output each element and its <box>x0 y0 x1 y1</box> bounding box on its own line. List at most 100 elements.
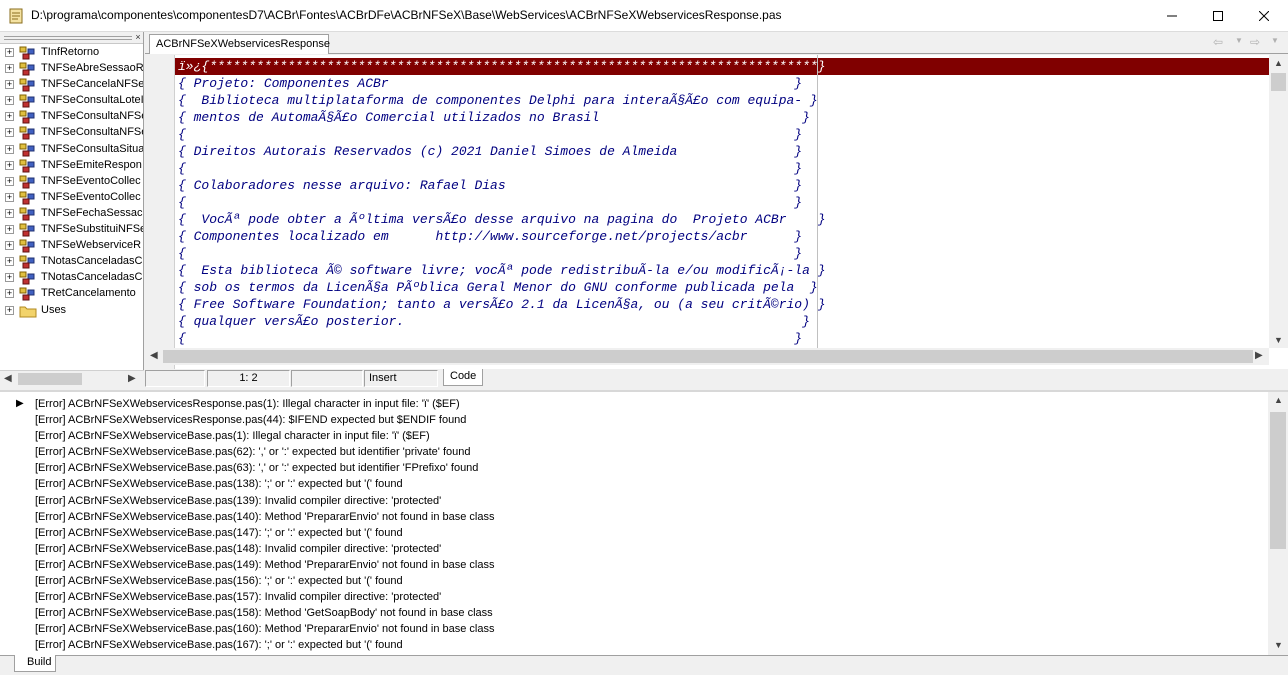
tree-item[interactable]: + TNotasCanceladasC <box>0 254 143 270</box>
tree-item[interactable]: + TNFSeAbreSessaoR <box>0 61 143 77</box>
code-line[interactable]: { } <box>175 245 1269 262</box>
tree-item[interactable]: + TNFSeConsultaSitua <box>0 142 143 158</box>
editor-horizontal-scrollbar[interactable]: ◀ ▶ <box>145 348 1269 365</box>
code-line[interactable]: { Projeto: Componentes ACBr } <box>175 75 1269 92</box>
tree-item-label: TNotasCanceladasC <box>41 271 143 284</box>
tree-item[interactable]: + TNFSeSubstituiNFSe <box>0 222 143 238</box>
code-line[interactable]: { Free Software Foundation; tanto a vers… <box>175 296 1269 313</box>
code-line[interactable]: { } <box>175 194 1269 211</box>
expand-icon[interactable]: + <box>5 208 14 218</box>
minimize-button[interactable] <box>1149 0 1195 32</box>
expand-icon[interactable]: + <box>5 257 14 267</box>
tab-code[interactable]: Code <box>443 369 483 386</box>
code-line[interactable]: { Esta biblioteca Ã© software livre; voc… <box>175 262 1269 279</box>
code-line[interactable]: { Biblioteca multiplataforma de componen… <box>175 92 1269 109</box>
message-item[interactable]: [Error] ACBrNFSeXWebserviceBase.pas(147)… <box>0 525 1268 541</box>
message-item[interactable]: [Error] ACBrNFSeXWebserviceBase.pas(158)… <box>0 605 1268 621</box>
delphi-app-icon[interactable] <box>9 8 23 24</box>
message-item[interactable]: [Error] ACBrNFSeXWebserviceBase.pas(160)… <box>0 621 1268 637</box>
tree-item[interactable]: + TNotasCanceladasC <box>0 270 143 286</box>
editor-gutter[interactable] <box>145 55 175 370</box>
code-explorer-grip[interactable]: × <box>0 32 143 44</box>
message-item[interactable]: [Error] ACBrNFSeXWebservicesResponse.pas… <box>0 412 1268 428</box>
scrollbar-thumb[interactable] <box>1271 73 1286 91</box>
expand-icon[interactable]: + <box>5 225 14 235</box>
maximize-button[interactable] <box>1195 0 1241 32</box>
expand-icon[interactable]: + <box>5 64 14 74</box>
code-line[interactable]: { Colaboradores nesse arquivo: Rafael Di… <box>175 177 1269 194</box>
code-line[interactable]: { sob os termos da LicenÃ§a PÃºblica Ger… <box>175 279 1269 296</box>
expand-icon[interactable]: + <box>5 305 14 315</box>
tree-item[interactable]: + TNFSeEventoCollec <box>0 174 143 190</box>
editor-vertical-scrollbar[interactable]: ▲ ▼ <box>1269 55 1288 348</box>
scrollbar-thumb[interactable] <box>18 373 82 385</box>
navigate-back-dropdown-icon[interactable]: ▼ <box>1235 36 1243 45</box>
tree-item[interactable]: + TNFSeConsultaLoteI <box>0 93 143 109</box>
message-item[interactable]: [Error] ACBrNFSeXWebserviceBase.pas(157)… <box>0 589 1268 605</box>
scroll-up-icon[interactable]: ▲ <box>1274 58 1283 68</box>
close-button[interactable] <box>1241 0 1287 32</box>
tree-item[interactable]: + TNFSeFechaSessac <box>0 206 143 222</box>
scroll-down-icon[interactable]: ▼ <box>1274 640 1283 650</box>
scroll-up-icon[interactable]: ▲ <box>1274 395 1283 405</box>
expand-icon[interactable]: + <box>5 96 14 106</box>
code-line[interactable]: { mentos de AutomaÃ§Ã£o Comercial utiliz… <box>175 109 1269 126</box>
message-item[interactable]: [Error] ACBrNFSeXWebserviceBase.pas(167)… <box>0 637 1268 653</box>
message-item[interactable]: [Error] ACBrNFSeXWebserviceBase.pas(63):… <box>0 460 1268 476</box>
tree-item[interactable]: + TInfRetorno <box>0 45 143 61</box>
navigate-forward-icon[interactable]: ⇨ <box>1250 35 1260 49</box>
message-item[interactable]: [Error] ACBrNFSeXWebserviceBase.pas(139)… <box>0 493 1268 509</box>
code-text-area[interactable]: ï»¿{************************************… <box>175 58 1269 348</box>
message-item[interactable]: [Error] ACBrNFSeXWebserviceBase.pas(156)… <box>0 573 1268 589</box>
message-item[interactable]: [Error] ACBrNFSeXWebserviceBase.pas(1): … <box>0 428 1268 444</box>
expand-icon[interactable]: + <box>5 128 14 138</box>
expand-icon[interactable]: + <box>5 48 14 57</box>
editor-tab-acbrnfsexwebservicesresponse[interactable]: ACBrNFSeXWebservicesResponse <box>149 34 330 54</box>
code-line[interactable]: { Direitos Autorais Reservados (c) 2021 … <box>175 143 1269 160</box>
navigate-back-icon[interactable]: ⇦ <box>1213 35 1223 49</box>
code-explorer-horizontal-scrollbar[interactable]: ◀ ▶ <box>0 370 144 387</box>
current-code-line[interactable]: ï»¿{************************************… <box>175 58 1269 76</box>
expand-icon[interactable]: + <box>5 273 14 283</box>
tree-item[interactable]: + TNFSeConsultaNFSe <box>0 125 143 141</box>
scroll-left-icon[interactable]: ◀ <box>150 350 158 361</box>
navigate-forward-dropdown-icon[interactable]: ▼ <box>1271 36 1279 45</box>
code-line[interactable]: { Componentes localizado em http://www.s… <box>175 228 1269 245</box>
message-item[interactable]: [Error] ACBrNFSeXWebserviceBase.pas(140)… <box>0 509 1268 525</box>
messages-vertical-scrollbar[interactable]: ▲ ▼ <box>1268 392 1288 655</box>
tree-item[interactable]: + TRetCancelamento <box>0 286 143 302</box>
expand-icon[interactable]: + <box>5 176 14 186</box>
scrollbar-thumb[interactable] <box>1270 412 1286 549</box>
expand-icon[interactable]: + <box>5 144 14 154</box>
tree-item[interactable]: + TNFSeEventoCollec <box>0 190 143 206</box>
code-line[interactable]: { } <box>175 330 1269 347</box>
message-item[interactable]: [Error] ACBrNFSeXWebserviceBase.pas(138)… <box>0 476 1268 492</box>
tree-item[interactable]: + TNFSeWebserviceR <box>0 238 143 254</box>
code-editor[interactable]: ï»¿{************************************… <box>145 55 1288 370</box>
scroll-right-icon[interactable]: ▶ <box>1255 350 1263 361</box>
expand-icon[interactable]: + <box>5 112 14 122</box>
message-item[interactable]: [Error] ACBrNFSeXWebservicesResponse.pas… <box>0 396 1268 412</box>
expand-icon[interactable]: + <box>5 241 14 251</box>
expand-icon[interactable]: + <box>5 192 14 202</box>
expand-icon[interactable]: + <box>5 289 14 299</box>
code-line[interactable]: { } <box>175 160 1269 177</box>
code-line[interactable]: { qualquer versÃ£o posterior. } <box>175 313 1269 330</box>
expand-icon[interactable]: + <box>5 80 14 90</box>
tree-item[interactable]: + TNFSeEmiteRespon <box>0 158 143 174</box>
code-line[interactable]: { VocÃª pode obter a Ãºltima versÃ£o des… <box>175 211 1269 228</box>
tab-build[interactable]: Build <box>14 655 56 672</box>
code-explorer-close-button[interactable]: × <box>133 32 143 42</box>
message-item[interactable]: [Error] ACBrNFSeXWebserviceBase.pas(62):… <box>0 444 1268 460</box>
tree-item[interactable]: + TNFSeCancelaNFSe <box>0 77 143 93</box>
scroll-right-icon[interactable]: ▶ <box>128 373 136 384</box>
scroll-left-icon[interactable]: ◀ <box>4 373 12 384</box>
scrollbar-thumb[interactable] <box>163 350 1253 363</box>
scroll-down-icon[interactable]: ▼ <box>1274 335 1283 345</box>
message-item[interactable]: [Error] ACBrNFSeXWebserviceBase.pas(148)… <box>0 541 1268 557</box>
message-item[interactable]: [Error] ACBrNFSeXWebserviceBase.pas(149)… <box>0 557 1268 573</box>
expand-icon[interactable]: + <box>5 160 14 170</box>
code-line[interactable]: { } <box>175 126 1269 143</box>
tree-item[interactable]: + Uses <box>0 303 143 319</box>
tree-item[interactable]: + TNFSeConsultaNFSe <box>0 109 143 125</box>
